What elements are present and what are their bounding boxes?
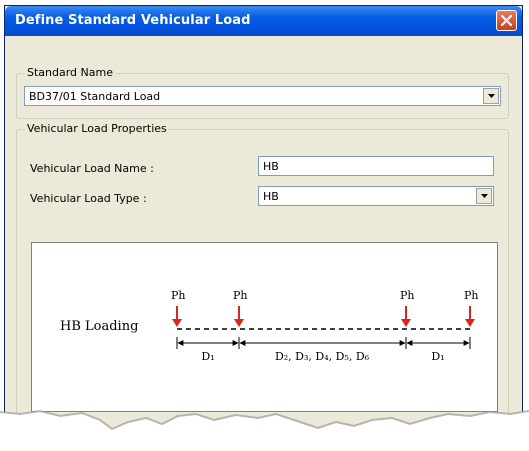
load-diagram: HB Loading Ph Ph Ph Ph D₁ D₂, D₃, D₄, D₅… xyxy=(60,289,479,363)
close-button[interactable] xyxy=(496,10,517,31)
vehicular-load-name-value: HB xyxy=(263,160,279,173)
close-icon xyxy=(501,15,512,26)
torn-edge xyxy=(0,409,529,451)
load-label-4: Ph xyxy=(464,289,479,302)
spacing-label-3: D₁ xyxy=(431,350,444,363)
vehicular-load-name-input[interactable]: HB xyxy=(258,156,494,176)
vehicular-load-name-label: Vehicular Load Name : xyxy=(30,162,154,175)
chevron-down-icon xyxy=(487,94,495,98)
window-title: Define Standard Vehicular Load xyxy=(15,13,251,28)
chevron-down-icon xyxy=(480,194,488,198)
load-label-1: Ph xyxy=(171,289,186,302)
down-arrow-icon xyxy=(172,306,182,327)
standard-name-select[interactable]: BD37/01 Standard Load xyxy=(24,86,501,106)
properties-group-label: Vehicular Load Properties xyxy=(25,122,169,135)
vehicular-load-type-label: Vehicular Load Type : xyxy=(30,192,147,205)
down-arrow-icon xyxy=(401,306,411,327)
title-bar[interactable]: Define Standard Vehicular Load xyxy=(5,6,522,36)
load-diagram-panel: HB Loading Ph Ph Ph Ph D₁ D₂, D₃, D₄, D₅… xyxy=(31,242,498,412)
vehicular-load-type-select[interactable]: HB xyxy=(258,186,494,206)
spacing-label-2: D₂, D₃, D₄, D₅, D₆ xyxy=(275,350,370,363)
load-label-2: Ph xyxy=(233,289,248,302)
down-arrow-icon xyxy=(234,306,244,327)
down-arrow-icon xyxy=(465,306,475,327)
spacing-label-1: D₁ xyxy=(201,350,214,363)
diagram-caption: HB Loading xyxy=(60,319,138,334)
vehicular-load-type-value: HB xyxy=(263,190,279,203)
vehicular-load-type-dropdown-button[interactable] xyxy=(476,188,492,204)
standard-name-group-label: Standard Name xyxy=(25,66,115,79)
standard-name-dropdown-button[interactable] xyxy=(483,88,499,104)
standard-name-group: Standard Name BD37/01 Standard Load xyxy=(16,66,509,119)
standard-name-value: BD37/01 Standard Load xyxy=(29,90,161,103)
load-label-3: Ph xyxy=(400,289,415,302)
